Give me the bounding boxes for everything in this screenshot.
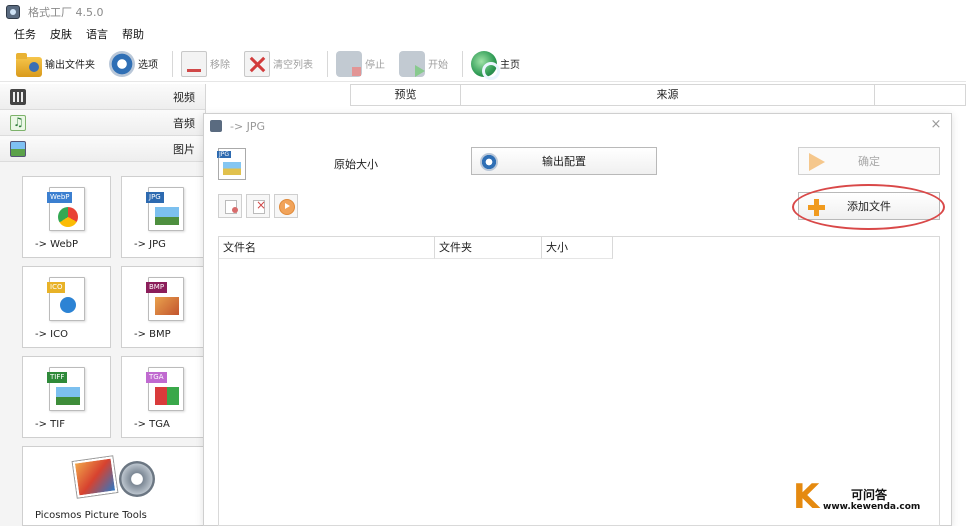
tile-ico[interactable]: ICO -> ICO [22, 266, 111, 348]
options-icon [109, 50, 135, 77]
tile-jpg[interactable]: JPG -> JPG [121, 176, 210, 258]
column-folder[interactable]: 文件夹 [435, 237, 542, 259]
toolbar: 输出文件夹 选项 移除 清空列表 停止 开始 主页 [0, 46, 966, 82]
output-size-label[interactable]: 原始大小 [334, 156, 378, 172]
output-folder-button[interactable]: 输出文件夹 [12, 49, 99, 79]
output-config-button[interactable]: 输出配置 [471, 147, 657, 175]
tile-tif[interactable]: TIFF -> TIF [22, 356, 111, 438]
dialog-title-bar: -> JPG [204, 114, 951, 138]
column-size[interactable]: 大小 [542, 237, 613, 259]
start-label: 开始 [428, 60, 448, 71]
category-label: 音频 [173, 116, 195, 130]
window-title: 格式工厂 4.5.0 [28, 6, 104, 19]
toolbar-separator [462, 50, 463, 77]
column-preview[interactable]: 预览 [351, 85, 461, 105]
tile-label: -> JPG [134, 239, 166, 250]
toolbar-separator [172, 50, 173, 77]
picosmos-photos-icon [72, 456, 118, 498]
toolbar-separator [327, 50, 328, 77]
clear-files-button[interactable] [246, 194, 270, 218]
tile-label: -> WebP [35, 239, 78, 250]
add-file-button[interactable]: 添加文件 [798, 192, 940, 220]
audio-icon [10, 115, 26, 131]
tga-icon: TGA [146, 367, 184, 411]
format-tag: TGA [146, 372, 167, 383]
start-icon [399, 50, 425, 77]
folder-icon [16, 52, 42, 77]
stop-label: 停止 [365, 60, 385, 71]
stop-icon [336, 50, 362, 77]
ok-button[interactable]: 确定 [798, 147, 940, 175]
options-label: 选项 [138, 60, 158, 71]
remove-button[interactable]: 移除 [177, 49, 234, 79]
category-label: 视频 [173, 90, 195, 104]
options-button[interactable]: 选项 [105, 49, 162, 79]
tile-label: -> TGA [134, 419, 170, 430]
image-icon [10, 141, 26, 157]
title-bar: 格式工厂 4.5.0 [0, 0, 966, 24]
play-preview-button[interactable] [274, 194, 298, 218]
home-label: 主页 [500, 60, 520, 71]
clear-icon [244, 50, 270, 77]
format-tag: WebP [47, 192, 73, 203]
tile-webp[interactable]: WebP -> WebP [22, 176, 111, 258]
start-button[interactable]: 开始 [395, 49, 452, 79]
column-source[interactable]: 来源 [461, 85, 875, 105]
tile-label: Picosmos Picture Tools [35, 510, 147, 521]
tile-bmp[interactable]: BMP -> BMP [121, 266, 210, 348]
plus-icon [807, 198, 825, 216]
menu-bar: 任务 皮肤 语言 帮助 [0, 24, 966, 44]
format-tag: ICO [47, 282, 66, 293]
category-label: 图片 [173, 142, 195, 156]
category-audio[interactable]: 音频 [0, 110, 205, 136]
bmp-icon: BMP [146, 277, 184, 321]
category-video[interactable]: 视频 [0, 84, 205, 110]
close-icon[interactable]: × [929, 118, 943, 132]
ico-icon: ICO [47, 277, 85, 321]
remove-file-button[interactable] [218, 194, 242, 218]
stop-button[interactable]: 停止 [332, 49, 389, 79]
video-icon [10, 89, 26, 105]
clear-list-button[interactable]: 清空列表 [240, 49, 317, 79]
tile-label: -> ICO [35, 329, 68, 340]
ok-label: 确定 [858, 155, 880, 168]
watermark-url: www.kewenda.com [823, 502, 921, 512]
dialog-title: -> JPG [230, 119, 266, 133]
jpg-file-icon: JPG [217, 148, 246, 180]
category-image[interactable]: 图片 [0, 136, 205, 162]
format-tag: JPG [146, 192, 164, 203]
clear-list-label: 清空列表 [273, 60, 313, 71]
menu-language[interactable]: 语言 [86, 26, 108, 42]
dialog-app-icon [210, 120, 222, 132]
watermark-logo: K [793, 477, 820, 517]
webp-icon: WebP [47, 187, 85, 231]
site-watermark: K 可问答 www.kewenda.com [793, 480, 963, 520]
picosmos-gear-icon [119, 461, 155, 497]
tile-picosmos[interactable]: Picosmos Picture Tools [22, 446, 204, 526]
format-tag: BMP [146, 282, 168, 293]
output-folder-label: 输出文件夹 [45, 60, 95, 71]
add-file-label: 添加文件 [847, 200, 891, 213]
format-tag: TIFF [47, 372, 68, 383]
column-filename[interactable]: 文件名 [219, 237, 435, 259]
home-icon [471, 50, 500, 80]
tile-label: -> TIF [35, 419, 65, 430]
output-config-label: 输出配置 [542, 155, 586, 168]
remove-icon [181, 50, 207, 77]
menu-skin[interactable]: 皮肤 [50, 26, 72, 42]
tiff-icon: TIFF [47, 367, 85, 411]
remove-label: 移除 [210, 60, 230, 71]
arrow-right-icon [809, 153, 825, 171]
jpg-icon: JPG [146, 187, 184, 231]
menu-task[interactable]: 任务 [14, 26, 36, 42]
tile-label: -> BMP [134, 329, 171, 340]
settings-icon [480, 153, 498, 171]
task-list-header: 预览 来源 [350, 84, 966, 106]
convert-dialog: -> JPG × JPG 原始大小 输出配置 确定 添加文件 文件名 文件夹 大… [203, 113, 952, 526]
tile-tga[interactable]: TGA -> TGA [121, 356, 210, 438]
watermark-site-name: 可问答 [851, 488, 888, 502]
app-icon [6, 5, 20, 19]
home-button[interactable]: 主页 [467, 49, 524, 80]
menu-help[interactable]: 帮助 [122, 26, 144, 42]
